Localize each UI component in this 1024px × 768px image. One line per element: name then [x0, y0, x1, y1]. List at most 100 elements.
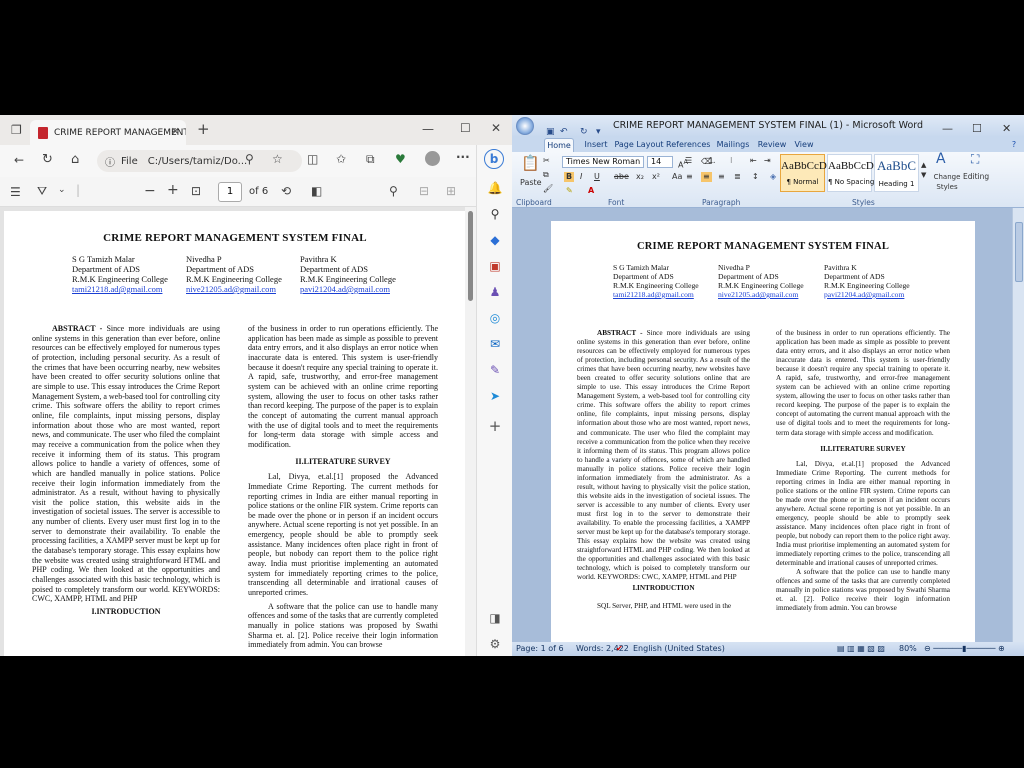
draw-dropdown-icon[interactable]: ⌄ [58, 186, 66, 195]
fit-page-icon[interactable]: ⊡ [191, 185, 201, 197]
italic-button[interactable]: I [580, 172, 582, 182]
author-email-link[interactable]: nive21205.ad@gmail.com [186, 284, 282, 294]
underline-button[interactable]: U [594, 172, 600, 182]
word-scrollbar-thumb[interactable] [1015, 222, 1023, 282]
increase-indent-icon[interactable]: ⇥ [764, 156, 771, 166]
multilevel-icon[interactable]: ⁝ [730, 156, 733, 166]
office-button-icon[interactable] [516, 117, 534, 135]
zoom-slider[interactable]: ⊖ ──────▮────── ⊕ [924, 642, 1005, 656]
back-icon[interactable]: ← [14, 154, 24, 166]
help-icon[interactable]: ? [1008, 138, 1020, 152]
edge-tab[interactable]: CRIME REPORT MANAGEMENT S ✕ [30, 120, 186, 145]
format-painter-icon[interactable]: 🖌 [543, 184, 553, 194]
word-document-area[interactable]: CRIME REPORT MANAGEMENT SYSTEM FINAL S G… [512, 208, 1024, 642]
view-buttons-icon[interactable]: ▤ ▥ ▦ ▧ ▨ [837, 642, 885, 656]
designer-icon[interactable]: ✎ [487, 363, 503, 377]
author-email-link[interactable]: tami21218.ad@gmail.com [72, 284, 168, 294]
status-language[interactable]: English (United States) [633, 642, 725, 656]
games-icon[interactable]: ♟ [487, 285, 503, 299]
proofing-icon[interactable]: ✔ [616, 642, 623, 656]
rotate-icon[interactable]: ⟲ [281, 185, 291, 197]
author-email-link[interactable]: tami21218.ad@gmail.com [613, 290, 699, 299]
shopping-icon[interactable]: ◆ [487, 233, 503, 247]
numbering-icon[interactable]: ⒈ [708, 156, 716, 166]
scrollbar-thumb[interactable] [468, 211, 473, 301]
cut-icon[interactable]: ✂ [543, 156, 550, 166]
extension-icon[interactable]: ♥ [395, 153, 406, 165]
change-styles-button[interactable]: Change Styles [931, 172, 963, 192]
home-icon[interactable]: ⌂ [71, 153, 79, 166]
split-screen-icon[interactable]: ◫ [307, 153, 318, 165]
profile-avatar-icon[interactable] [425, 151, 440, 166]
tab-page-layout[interactable]: Page Layout [614, 138, 664, 152]
page-view-icon[interactable]: ◧ [311, 185, 322, 197]
copilot-icon[interactable]: b [484, 149, 504, 169]
maximize-icon[interactable]: ☐ [460, 122, 471, 134]
new-tab-icon[interactable]: + [197, 122, 210, 137]
sidebar-toggle-icon[interactable]: ◨ [487, 611, 503, 625]
highlight-icon[interactable]: ✎ [566, 186, 573, 196]
find-icon[interactable]: ⛶ [971, 153, 979, 165]
paste-button[interactable]: Paste [520, 178, 542, 188]
author-email-link[interactable]: nive21205.ad@gmail.com [718, 290, 804, 299]
workspaces-icon[interactable]: ❐ [11, 124, 22, 136]
search-sidebar-icon[interactable]: ⚲ [487, 207, 503, 221]
status-zoom[interactable]: 80% [899, 642, 917, 656]
tab-review[interactable]: Review [757, 138, 787, 152]
close-window-icon[interactable]: ✕ [491, 122, 501, 134]
copy-icon[interactable]: ⧉ [543, 170, 549, 180]
info-icon[interactable]: ⓘ [105, 154, 115, 169]
status-page[interactable]: Page: 1 of 6 [516, 642, 564, 656]
style-heading-1[interactable]: AaBbC Heading 1 [874, 154, 919, 192]
notifications-icon[interactable]: 🔔 [487, 181, 503, 195]
superscript-button[interactable]: x² [652, 172, 660, 182]
settings-icon[interactable]: ⚙ [487, 637, 503, 651]
tab-insert[interactable]: Insert [580, 138, 612, 152]
align-center-icon[interactable]: ≡ [701, 172, 712, 182]
outlook-icon[interactable]: ✉ [487, 337, 503, 351]
favorite-star-icon[interactable]: ☆ [272, 153, 283, 165]
close-tab-icon[interactable]: ✕ [171, 125, 180, 138]
shading-icon[interactable]: ◈ [770, 172, 776, 182]
zoom-out-icon[interactable]: − [144, 184, 156, 198]
collections-icon[interactable]: ⧉ [366, 153, 375, 165]
word-scrollbar[interactable] [1012, 208, 1024, 642]
bullets-icon[interactable]: ☰ [685, 156, 692, 166]
more-menu-icon[interactable]: ··· [456, 151, 470, 163]
pdf-scrollbar[interactable] [465, 207, 476, 656]
zoom-icon[interactable]: ⚲ [245, 153, 254, 165]
favorites-icon[interactable]: ✩ [336, 153, 346, 165]
send-icon[interactable]: ➤ [487, 389, 503, 403]
zoom-in-icon[interactable]: + [167, 183, 179, 197]
paste-icon[interactable]: 📋 [521, 154, 540, 172]
line-spacing-icon[interactable]: ↕ [752, 172, 759, 182]
font-color-icon[interactable]: A [588, 186, 594, 196]
bold-button[interactable]: B [564, 172, 575, 182]
refresh-icon[interactable]: ↻ [42, 153, 53, 166]
change-case-button[interactable]: Aa [672, 172, 682, 182]
tab-view[interactable]: View [792, 138, 816, 152]
tab-references[interactable]: References [666, 138, 710, 152]
tools-icon[interactable]: ▣ [487, 259, 503, 273]
change-styles-icon[interactable]: A [936, 152, 946, 166]
font-size-box[interactable]: 14 [647, 156, 673, 168]
style-normal[interactable]: AaBbCcD ¶ Normal [780, 154, 827, 192]
style-no-spacing[interactable]: AaBbCcD ¶ No Spacing [827, 154, 874, 192]
page-number-input[interactable]: 1 [218, 182, 242, 202]
font-name-box[interactable]: Times New Roman [562, 156, 644, 168]
save-as-icon[interactable]: ⊞ [446, 185, 456, 197]
styles-scroll-icon[interactable]: ▲ ▼ [921, 160, 926, 180]
strikethrough-button[interactable]: abe [614, 172, 629, 182]
align-left-icon[interactable]: ≡ [686, 172, 693, 182]
draw-icon[interactable]: ⛛ [37, 185, 47, 197]
pdf-viewer[interactable]: CRIME REPORT MANAGEMENT SYSTEM FINAL S G… [0, 207, 476, 656]
author-email-link[interactable]: pavi21204.ad@gmail.com [300, 284, 396, 294]
tab-home[interactable]: Home [544, 138, 574, 152]
save-icon[interactable]: ⊟ [419, 185, 429, 197]
search-pdf-icon[interactable]: ⚲ [389, 185, 398, 197]
align-right-icon[interactable]: ≡ [718, 172, 725, 182]
justify-icon[interactable]: ≣ [734, 172, 741, 182]
add-sidebar-icon[interactable]: + [487, 419, 503, 434]
subscript-button[interactable]: x₂ [636, 172, 644, 182]
microsoft365-icon[interactable]: ◎ [487, 311, 503, 325]
